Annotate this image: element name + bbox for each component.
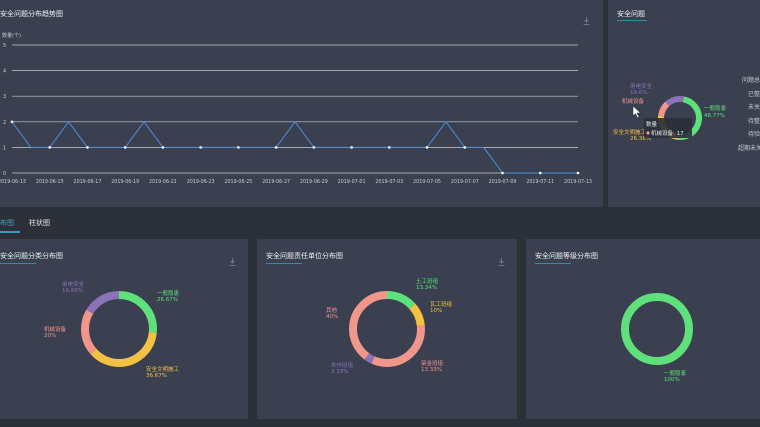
cursor-icon xyxy=(632,105,642,119)
x-tick-label: 2019-07-09 xyxy=(489,179,517,185)
x-tick-label: 2019-06-17 xyxy=(74,179,102,185)
donut-label: 安全文明施工 xyxy=(613,128,647,136)
tab-bar[interactable]: 柱状图 xyxy=(29,218,50,228)
category-panel: 安全问题分类分布图 一般隐患 26.67% 安全文明施工 36.67% 机械设备 20% 用… xyxy=(0,239,248,419)
data-point[interactable] xyxy=(86,146,89,149)
donut-label: 安全文明施工 xyxy=(146,365,180,373)
donut-percent: 16.66% xyxy=(62,288,83,294)
data-point[interactable] xyxy=(161,146,165,149)
x-tick-label: 2019-07-05 xyxy=(413,179,441,185)
donut-label: 一般隐患 xyxy=(157,289,180,297)
legend-item: 待验 xyxy=(747,131,760,138)
data-point[interactable] xyxy=(10,120,14,124)
donut-percent: 48.77% xyxy=(704,113,725,119)
data-point[interactable] xyxy=(48,146,52,149)
category-donut: 一般隐患26.67% 安全文明施工36.67% 机械设备20% 用电安全16.66% xyxy=(44,280,180,379)
data-point[interactable] xyxy=(576,171,580,175)
data-point[interactable] xyxy=(199,146,202,149)
donut-label: 用电安全 xyxy=(630,82,653,90)
data-point[interactable] xyxy=(463,146,467,149)
y-tick-label: 5 xyxy=(3,43,6,49)
donut-percent: 10% xyxy=(430,308,442,314)
data-point[interactable] xyxy=(350,146,353,149)
x-tick-label: 2019-06-29 xyxy=(300,179,328,185)
level-donut: 一般隐患100% xyxy=(621,293,693,383)
x-tick-label: 2019-06-21 xyxy=(149,179,177,185)
unit-donut: 土工班组13.34% 瓦工班组10% 架金班组13.33% 木作班组3.33% 其他40… xyxy=(326,277,453,375)
data-point[interactable] xyxy=(123,146,127,149)
x-tick-label: 2019-07-11 xyxy=(526,179,554,185)
donut-percent: 40% xyxy=(326,314,338,320)
donut-percent: 26.67% xyxy=(157,297,178,303)
trend-panel: 安全问题分布趋势图 数量(个) 0 1 2 3 4 5 2019-06-13 2019-06-… xyxy=(0,0,603,207)
y-tick-label: 3 xyxy=(3,94,6,100)
donut-percent: 100% xyxy=(664,377,680,383)
x-tick-label: 2019-06-15 xyxy=(36,179,64,185)
x-tick-label: 2019-06-27 xyxy=(262,179,290,185)
donut-percent: 20% xyxy=(44,333,56,339)
x-tick-label: 2019-06-13 xyxy=(0,179,26,185)
x-tick-label: 2019-06-23 xyxy=(187,179,215,185)
level-panel: 安全问题等级分布图 一般隐患 100% xyxy=(526,239,760,419)
x-tick-label: 2019-07-07 xyxy=(451,179,479,185)
donut-percent: 36.67% xyxy=(146,373,167,379)
legend-item: 超期未关 xyxy=(738,144,760,152)
donut-label: 土工班组 xyxy=(416,277,439,285)
donut-label: 机械设备 xyxy=(622,97,645,105)
tooltip-title: 数量 xyxy=(646,120,658,128)
donut-label: 架金班组 xyxy=(421,359,444,367)
donut-label: 瓦工班组 xyxy=(430,300,453,308)
problems-legend: 问题总 已整 未关 待整 待验 超期未关 xyxy=(738,74,760,155)
y-tick-label: 2 xyxy=(3,120,6,126)
donut-label: 一般隐患 xyxy=(704,104,727,112)
x-tick-label: 2019-07-01 xyxy=(338,179,366,185)
donut-label: 木作班组 xyxy=(331,361,354,369)
y-tick-label: 0 xyxy=(3,171,6,177)
trend-y-label: 数量(个) xyxy=(2,32,21,39)
donut-label: 机械设备 xyxy=(44,325,67,333)
data-point[interactable] xyxy=(312,146,316,149)
data-point[interactable] xyxy=(425,146,429,149)
donut-label: 用电安全 xyxy=(62,280,85,288)
donut-label: 其他 xyxy=(326,306,338,314)
donut-percent: 3.33% xyxy=(331,369,348,375)
y-tick-label: 1 xyxy=(3,145,6,151)
data-point[interactable] xyxy=(274,146,278,149)
data-point[interactable] xyxy=(388,146,391,149)
legend-item: 未关 xyxy=(747,104,760,111)
tooltip-item: 机械设备: 17 xyxy=(651,129,684,137)
trend-chart: 数量(个) 0 1 2 3 4 5 2019-06-13 2019-06-15 2019-06-… xyxy=(0,32,592,185)
x-tick-label: 2019-06-19 xyxy=(111,179,139,185)
data-point[interactable] xyxy=(501,171,504,175)
problems-panel: 安全问题 一般隐患 48.77% 安全文明施工 26.38% 机械设备 用电安全… xyxy=(608,0,760,207)
legend-item: 问题总 xyxy=(741,77,760,84)
problems-panel-title: 安全问题 xyxy=(617,10,645,18)
donut-slice[interactable] xyxy=(621,293,693,365)
donut-percent: 13.34% xyxy=(416,285,437,291)
x-tick-label: 2019-07-13 xyxy=(564,179,592,185)
data-point[interactable] xyxy=(237,146,240,149)
tooltip-marker xyxy=(646,131,650,135)
legend-item: 待整 xyxy=(747,117,760,125)
donut-percent: 13.33% xyxy=(421,367,442,373)
x-tick-label: 2019-07-03 xyxy=(375,179,403,185)
data-point[interactable] xyxy=(538,171,542,175)
x-tick-label: 2019-06-25 xyxy=(224,179,252,185)
donut-label: 一般隐患 xyxy=(664,369,687,377)
donut-percent: 19.6% xyxy=(630,90,647,96)
y-tick-label: 4 xyxy=(3,69,6,75)
tab-pie[interactable]: 布图 xyxy=(0,218,14,228)
legend-item: 已整 xyxy=(747,90,760,98)
title-underline xyxy=(617,20,647,21)
tab-active-underline xyxy=(0,231,20,233)
unit-panel: 安全问题责任单位分布图 土工班组 13.34% 瓦工班组 10% 架金班组 13.33% 木… xyxy=(257,239,517,419)
